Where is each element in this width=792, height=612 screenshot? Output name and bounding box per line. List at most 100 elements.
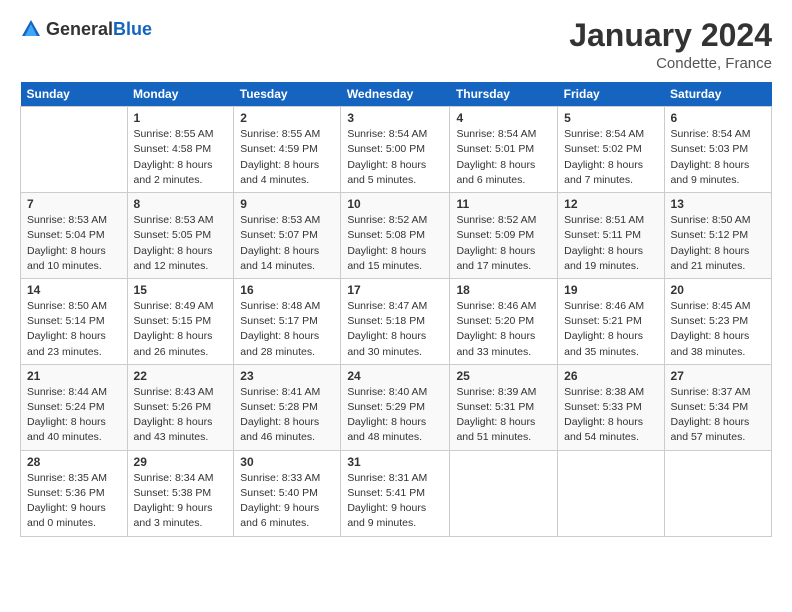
day-number: 31	[347, 455, 443, 469]
day-info: Sunrise: 8:55 AM Sunset: 4:58 PM Dayligh…	[134, 127, 228, 188]
day-number: 22	[134, 369, 228, 383]
day-info: Sunrise: 8:53 AM Sunset: 5:05 PM Dayligh…	[134, 213, 228, 274]
calendar-cell: 9 Sunrise: 8:53 AM Sunset: 5:07 PM Daylig…	[234, 193, 341, 279]
day-info: Sunrise: 8:50 AM Sunset: 5:12 PM Dayligh…	[671, 213, 765, 274]
day-info: Sunrise: 8:53 AM Sunset: 5:04 PM Dayligh…	[27, 213, 121, 274]
day-info: Sunrise: 8:40 AM Sunset: 5:29 PM Dayligh…	[347, 385, 443, 446]
day-info: Sunrise: 8:54 AM Sunset: 5:01 PM Dayligh…	[456, 127, 551, 188]
day-info: Sunrise: 8:43 AM Sunset: 5:26 PM Dayligh…	[134, 385, 228, 446]
day-info: Sunrise: 8:54 AM Sunset: 5:00 PM Dayligh…	[347, 127, 443, 188]
weekday-header: Sunday	[21, 82, 128, 107]
day-info: Sunrise: 8:44 AM Sunset: 5:24 PM Dayligh…	[27, 385, 121, 446]
day-info: Sunrise: 8:52 AM Sunset: 5:09 PM Dayligh…	[456, 213, 551, 274]
day-info: Sunrise: 8:46 AM Sunset: 5:21 PM Dayligh…	[564, 299, 657, 360]
day-info: Sunrise: 8:47 AM Sunset: 5:18 PM Dayligh…	[347, 299, 443, 360]
title-block: January 2024 Condette, France	[569, 18, 772, 72]
day-info: Sunrise: 8:54 AM Sunset: 5:02 PM Dayligh…	[564, 127, 657, 188]
calendar-cell: 25Sunrise: 8:39 AM Sunset: 5:31 PM Dayli…	[450, 364, 558, 450]
day-info: Sunrise: 8:35 AM Sunset: 5:36 PM Dayligh…	[27, 471, 121, 532]
day-number: 7	[27, 197, 121, 211]
day-number: 30	[240, 455, 334, 469]
day-number: 26	[564, 369, 657, 383]
day-info: Sunrise: 8:41 AM Sunset: 5:28 PM Dayligh…	[240, 385, 334, 446]
day-info: Sunrise: 8:48 AM Sunset: 5:17 PM Dayligh…	[240, 299, 334, 360]
weekday-header: Wednesday	[341, 82, 450, 107]
calendar-cell: 1 Sunrise: 8:55 AM Sunset: 4:58 PM Daylig…	[127, 107, 234, 193]
calendar-week-row: 14Sunrise: 8:50 AM Sunset: 5:14 PM Dayli…	[21, 278, 772, 364]
calendar-cell: 5 Sunrise: 8:54 AM Sunset: 5:02 PM Daylig…	[558, 107, 664, 193]
weekday-header: Saturday	[664, 82, 771, 107]
day-number: 8	[134, 197, 228, 211]
day-info: Sunrise: 8:38 AM Sunset: 5:33 PM Dayligh…	[564, 385, 657, 446]
day-info: Sunrise: 8:46 AM Sunset: 5:20 PM Dayligh…	[456, 299, 551, 360]
calendar-cell: 31 Sunrise: 8:31 AM Sunset: 5:41 PM Dayli…	[341, 450, 450, 536]
calendar-cell: 15 Sunrise: 8:49 AM Sunset: 5:15 PM Dayli…	[127, 278, 234, 364]
day-info: Sunrise: 8:33 AM Sunset: 5:40 PM Dayligh…	[240, 471, 334, 532]
day-info: Sunrise: 8:49 AM Sunset: 5:15 PM Dayligh…	[134, 299, 228, 360]
header-row: SundayMondayTuesdayWednesdayThursdayFrid…	[21, 82, 772, 107]
day-number: 12	[564, 197, 657, 211]
location-title: Condette, France	[569, 55, 772, 72]
calendar-cell	[21, 107, 128, 193]
calendar-table: SundayMondayTuesdayWednesdayThursdayFrid…	[20, 82, 772, 536]
weekday-header: Thursday	[450, 82, 558, 107]
day-number: 5	[564, 111, 657, 125]
day-info: Sunrise: 8:45 AM Sunset: 5:23 PM Dayligh…	[671, 299, 765, 360]
day-number: 18	[456, 283, 551, 297]
day-number: 29	[134, 455, 228, 469]
calendar-cell: 3 Sunrise: 8:54 AM Sunset: 5:00 PM Daylig…	[341, 107, 450, 193]
calendar-cell: 29Sunrise: 8:34 AM Sunset: 5:38 PM Dayli…	[127, 450, 234, 536]
day-number: 23	[240, 369, 334, 383]
calendar-cell: 13Sunrise: 8:50 AM Sunset: 5:12 PM Dayli…	[664, 193, 771, 279]
calendar-cell: 28 Sunrise: 8:35 AM Sunset: 5:36 PM Dayli…	[21, 450, 128, 536]
calendar-cell	[664, 450, 771, 536]
day-number: 1	[134, 111, 228, 125]
day-info: Sunrise: 8:31 AM Sunset: 5:41 PM Dayligh…	[347, 471, 443, 532]
day-number: 10	[347, 197, 443, 211]
logo-icon	[20, 18, 42, 40]
page-container: GeneralBlue January 2024 Condette, Franc…	[0, 0, 792, 547]
calendar-cell: 6 Sunrise: 8:54 AM Sunset: 5:03 PM Daylig…	[664, 107, 771, 193]
weekday-header: Monday	[127, 82, 234, 107]
calendar-cell: 17 Sunrise: 8:47 AM Sunset: 5:18 PM Dayli…	[341, 278, 450, 364]
calendar-cell: 18 Sunrise: 8:46 AM Sunset: 5:20 PM Dayli…	[450, 278, 558, 364]
day-number: 24	[347, 369, 443, 383]
calendar-cell: 30 Sunrise: 8:33 AM Sunset: 5:40 PM Dayli…	[234, 450, 341, 536]
day-number: 27	[671, 369, 765, 383]
day-info: Sunrise: 8:50 AM Sunset: 5:14 PM Dayligh…	[27, 299, 121, 360]
weekday-header: Tuesday	[234, 82, 341, 107]
day-number: 28	[27, 455, 121, 469]
calendar-cell: 8 Sunrise: 8:53 AM Sunset: 5:05 PM Daylig…	[127, 193, 234, 279]
day-number: 11	[456, 197, 551, 211]
calendar-cell: 12Sunrise: 8:51 AM Sunset: 5:11 PM Dayli…	[558, 193, 664, 279]
day-info: Sunrise: 8:37 AM Sunset: 5:34 PM Dayligh…	[671, 385, 765, 446]
day-info: Sunrise: 8:54 AM Sunset: 5:03 PM Dayligh…	[671, 127, 765, 188]
calendar-cell: 11 Sunrise: 8:52 AM Sunset: 5:09 PM Dayli…	[450, 193, 558, 279]
day-number: 16	[240, 283, 334, 297]
day-number: 3	[347, 111, 443, 125]
calendar-cell: 7 Sunrise: 8:53 AM Sunset: 5:04 PM Daylig…	[21, 193, 128, 279]
day-number: 21	[27, 369, 121, 383]
calendar-cell: 19 Sunrise: 8:46 AM Sunset: 5:21 PM Dayli…	[558, 278, 664, 364]
calendar-cell: 24 Sunrise: 8:40 AM Sunset: 5:29 PM Dayli…	[341, 364, 450, 450]
logo-text-blue: Blue	[113, 19, 152, 39]
day-number: 17	[347, 283, 443, 297]
logo-text-general: General	[46, 19, 113, 39]
calendar-cell: 21 Sunrise: 8:44 AM Sunset: 5:24 PM Dayli…	[21, 364, 128, 450]
day-number: 6	[671, 111, 765, 125]
calendar-cell: 14Sunrise: 8:50 AM Sunset: 5:14 PM Dayli…	[21, 278, 128, 364]
day-number: 9	[240, 197, 334, 211]
day-number: 15	[134, 283, 228, 297]
calendar-cell: 10 Sunrise: 8:52 AM Sunset: 5:08 PM Dayli…	[341, 193, 450, 279]
day-number: 19	[564, 283, 657, 297]
calendar-cell: 4 Sunrise: 8:54 AM Sunset: 5:01 PM Daylig…	[450, 107, 558, 193]
month-title: January 2024	[569, 18, 772, 53]
calendar-cell: 26 Sunrise: 8:38 AM Sunset: 5:33 PM Dayli…	[558, 364, 664, 450]
day-number: 4	[456, 111, 551, 125]
calendar-cell: 23 Sunrise: 8:41 AM Sunset: 5:28 PM Dayli…	[234, 364, 341, 450]
calendar-week-row: 1 Sunrise: 8:55 AM Sunset: 4:58 PM Daylig…	[21, 107, 772, 193]
day-info: Sunrise: 8:53 AM Sunset: 5:07 PM Dayligh…	[240, 213, 334, 274]
weekday-header: Friday	[558, 82, 664, 107]
calendar-cell: 16 Sunrise: 8:48 AM Sunset: 5:17 PM Dayli…	[234, 278, 341, 364]
day-info: Sunrise: 8:52 AM Sunset: 5:08 PM Dayligh…	[347, 213, 443, 274]
